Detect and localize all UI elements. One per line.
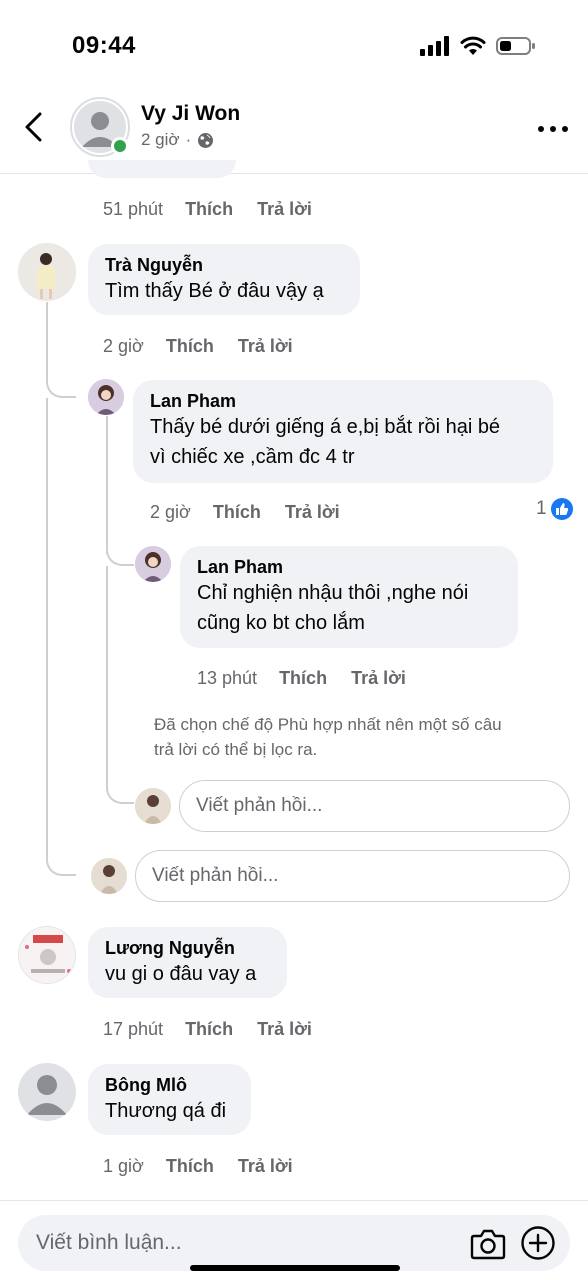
comment-bubble[interactable]: Bông Mlô Thương qá đi	[88, 1064, 251, 1135]
online-status-dot	[111, 137, 129, 155]
filter-notice-line: trả lời có thể bị lọc ra.	[154, 740, 318, 759]
comment-time: 51 phút	[103, 199, 164, 219]
replier-avatar[interactable]	[135, 546, 171, 582]
status-icons	[420, 36, 536, 56]
reply-bubble[interactable]: Lan Pham Chỉ nghiện nhậu thôi ,nghe nói …	[180, 546, 518, 648]
comment-actions: 17 phút Thích Trả lời	[103, 1019, 336, 1040]
meta-separator: ·	[185, 130, 192, 149]
commenter-name[interactable]: Bông Mlô	[105, 1074, 234, 1096]
comment-text: Tìm thấy Bé ở đâu vậy ạ	[105, 280, 324, 302]
thread-line	[46, 398, 48, 848]
reply-actions: 13 phút Thích Trả lời	[197, 668, 430, 689]
my-avatar	[91, 858, 127, 894]
thread-line	[106, 566, 108, 776]
user-photo-icon	[18, 243, 76, 301]
default-avatar-icon	[27, 1075, 67, 1115]
reply-actions: 2 giờ Thích Trả lời	[150, 502, 364, 523]
replier-name[interactable]: Lan Pham	[150, 390, 536, 412]
like-button[interactable]: Thích	[185, 199, 233, 220]
thread-connector	[46, 848, 76, 876]
comment-time: 1 giờ	[103, 1156, 144, 1176]
replier-name[interactable]: Lan Pham	[197, 556, 501, 578]
author-name[interactable]: Vy Ji Won	[141, 102, 240, 126]
comment-actions: 51 phút Thích Trả lời	[103, 199, 336, 220]
user-photo-icon	[135, 546, 171, 582]
wifi-icon	[460, 36, 486, 55]
comment-composer-bar: Viết bình luận...	[0, 1200, 588, 1280]
user-photo-icon	[135, 788, 171, 824]
reply-text-line: vì chiếc xe ,cầm đc 4 tr	[150, 446, 355, 468]
comment-time: 17 phút	[103, 1019, 164, 1039]
cellular-signal-icon	[420, 36, 449, 56]
like-button[interactable]: Thích	[213, 502, 261, 523]
battery-icon	[496, 37, 535, 55]
home-indicator	[190, 1265, 400, 1271]
comment-text: Thương qá đi	[105, 1100, 227, 1122]
like-button[interactable]: Thích	[166, 336, 214, 357]
reply-text-line: Chỉ nghiện nhậu thôi ,nghe nói	[197, 582, 469, 604]
user-photo-icon	[91, 858, 127, 894]
reaction-count[interactable]: 1	[536, 498, 573, 520]
filter-notice-line: Đã chọn chế độ Phù hợp nhất nên một số c…	[154, 715, 502, 734]
back-arrow-icon[interactable]	[18, 110, 52, 144]
commenter-avatar[interactable]	[18, 1063, 76, 1121]
thread-line	[106, 416, 108, 554]
comment-actions: 1 giờ Thích Trả lời	[103, 1156, 317, 1177]
more-options-button[interactable]	[538, 114, 568, 144]
comment-bubble[interactable]: Lương Nguyễn vu gi o đâu vay a	[88, 927, 287, 998]
comment-actions: 2 giờ Thích Trả lời	[103, 336, 317, 357]
user-photo-icon	[19, 927, 75, 983]
status-time: 09:44	[72, 32, 136, 59]
previous-comment-bubble	[88, 160, 236, 178]
thread-connector	[46, 372, 76, 398]
reply-button[interactable]: Trả lời	[257, 1019, 312, 1040]
comment-bubble[interactable]: Trà Nguyễn Tìm thấy Bé ở đâu vậy ạ	[88, 244, 360, 315]
post-meta: 2 giờ ·	[141, 130, 214, 150]
thread-connector	[106, 548, 134, 566]
comment-time: 2 giờ	[103, 336, 144, 356]
reply-text-line: cũng ko bt cho lắm	[197, 612, 365, 634]
reply-time: 2 giờ	[150, 502, 191, 522]
like-button[interactable]: Thích	[166, 1156, 214, 1177]
reply-button[interactable]: Trả lời	[351, 668, 406, 689]
comment-text: vu gi o đâu vay a	[105, 963, 257, 985]
commenter-avatar[interactable]	[18, 926, 76, 984]
commenter-avatar[interactable]	[18, 243, 76, 301]
reply-input[interactable]: Viết phản hồi...	[135, 850, 570, 902]
add-icon[interactable]	[520, 1225, 556, 1261]
user-photo-icon	[88, 379, 124, 415]
reply-bubble[interactable]: Lan Pham Thấy bé dưới giếng á e,bị bắt r…	[133, 380, 553, 483]
filter-notice: Đã chọn chế độ Phù hợp nhất nên một số c…	[154, 712, 574, 762]
reply-button[interactable]: Trả lời	[285, 502, 340, 523]
camera-icon[interactable]	[470, 1227, 506, 1261]
thumbs-up-icon	[550, 498, 573, 520]
reply-button[interactable]: Trả lời	[238, 1156, 293, 1177]
reaction-number: 1	[536, 498, 547, 519]
reply-input-placeholder: Viết phản hồi...	[196, 795, 323, 816]
reply-input[interactable]: Viết phản hồi...	[179, 780, 570, 832]
reply-text-line: Thấy bé dưới giếng á e,bị bắt rồi hại bé	[150, 416, 501, 438]
thread-connector	[106, 776, 134, 804]
post-time: 2 giờ	[141, 130, 180, 149]
like-button[interactable]: Thích	[279, 668, 327, 689]
reply-input-placeholder: Viết phản hồi...	[152, 865, 279, 886]
commenter-name[interactable]: Trà Nguyễn	[105, 254, 343, 276]
like-button[interactable]: Thích	[185, 1019, 233, 1040]
reply-time: 13 phút	[197, 668, 258, 688]
commenter-name[interactable]: Lương Nguyễn	[105, 937, 270, 959]
my-avatar	[135, 788, 171, 824]
reply-button[interactable]: Trả lời	[238, 336, 293, 357]
reply-button[interactable]: Trả lời	[257, 199, 312, 220]
comment-input-placeholder: Viết bình luận...	[36, 1231, 182, 1254]
thread-line	[46, 302, 48, 378]
status-bar: 09:44	[0, 0, 588, 90]
replier-avatar[interactable]	[88, 379, 124, 415]
globe-icon	[198, 132, 214, 148]
